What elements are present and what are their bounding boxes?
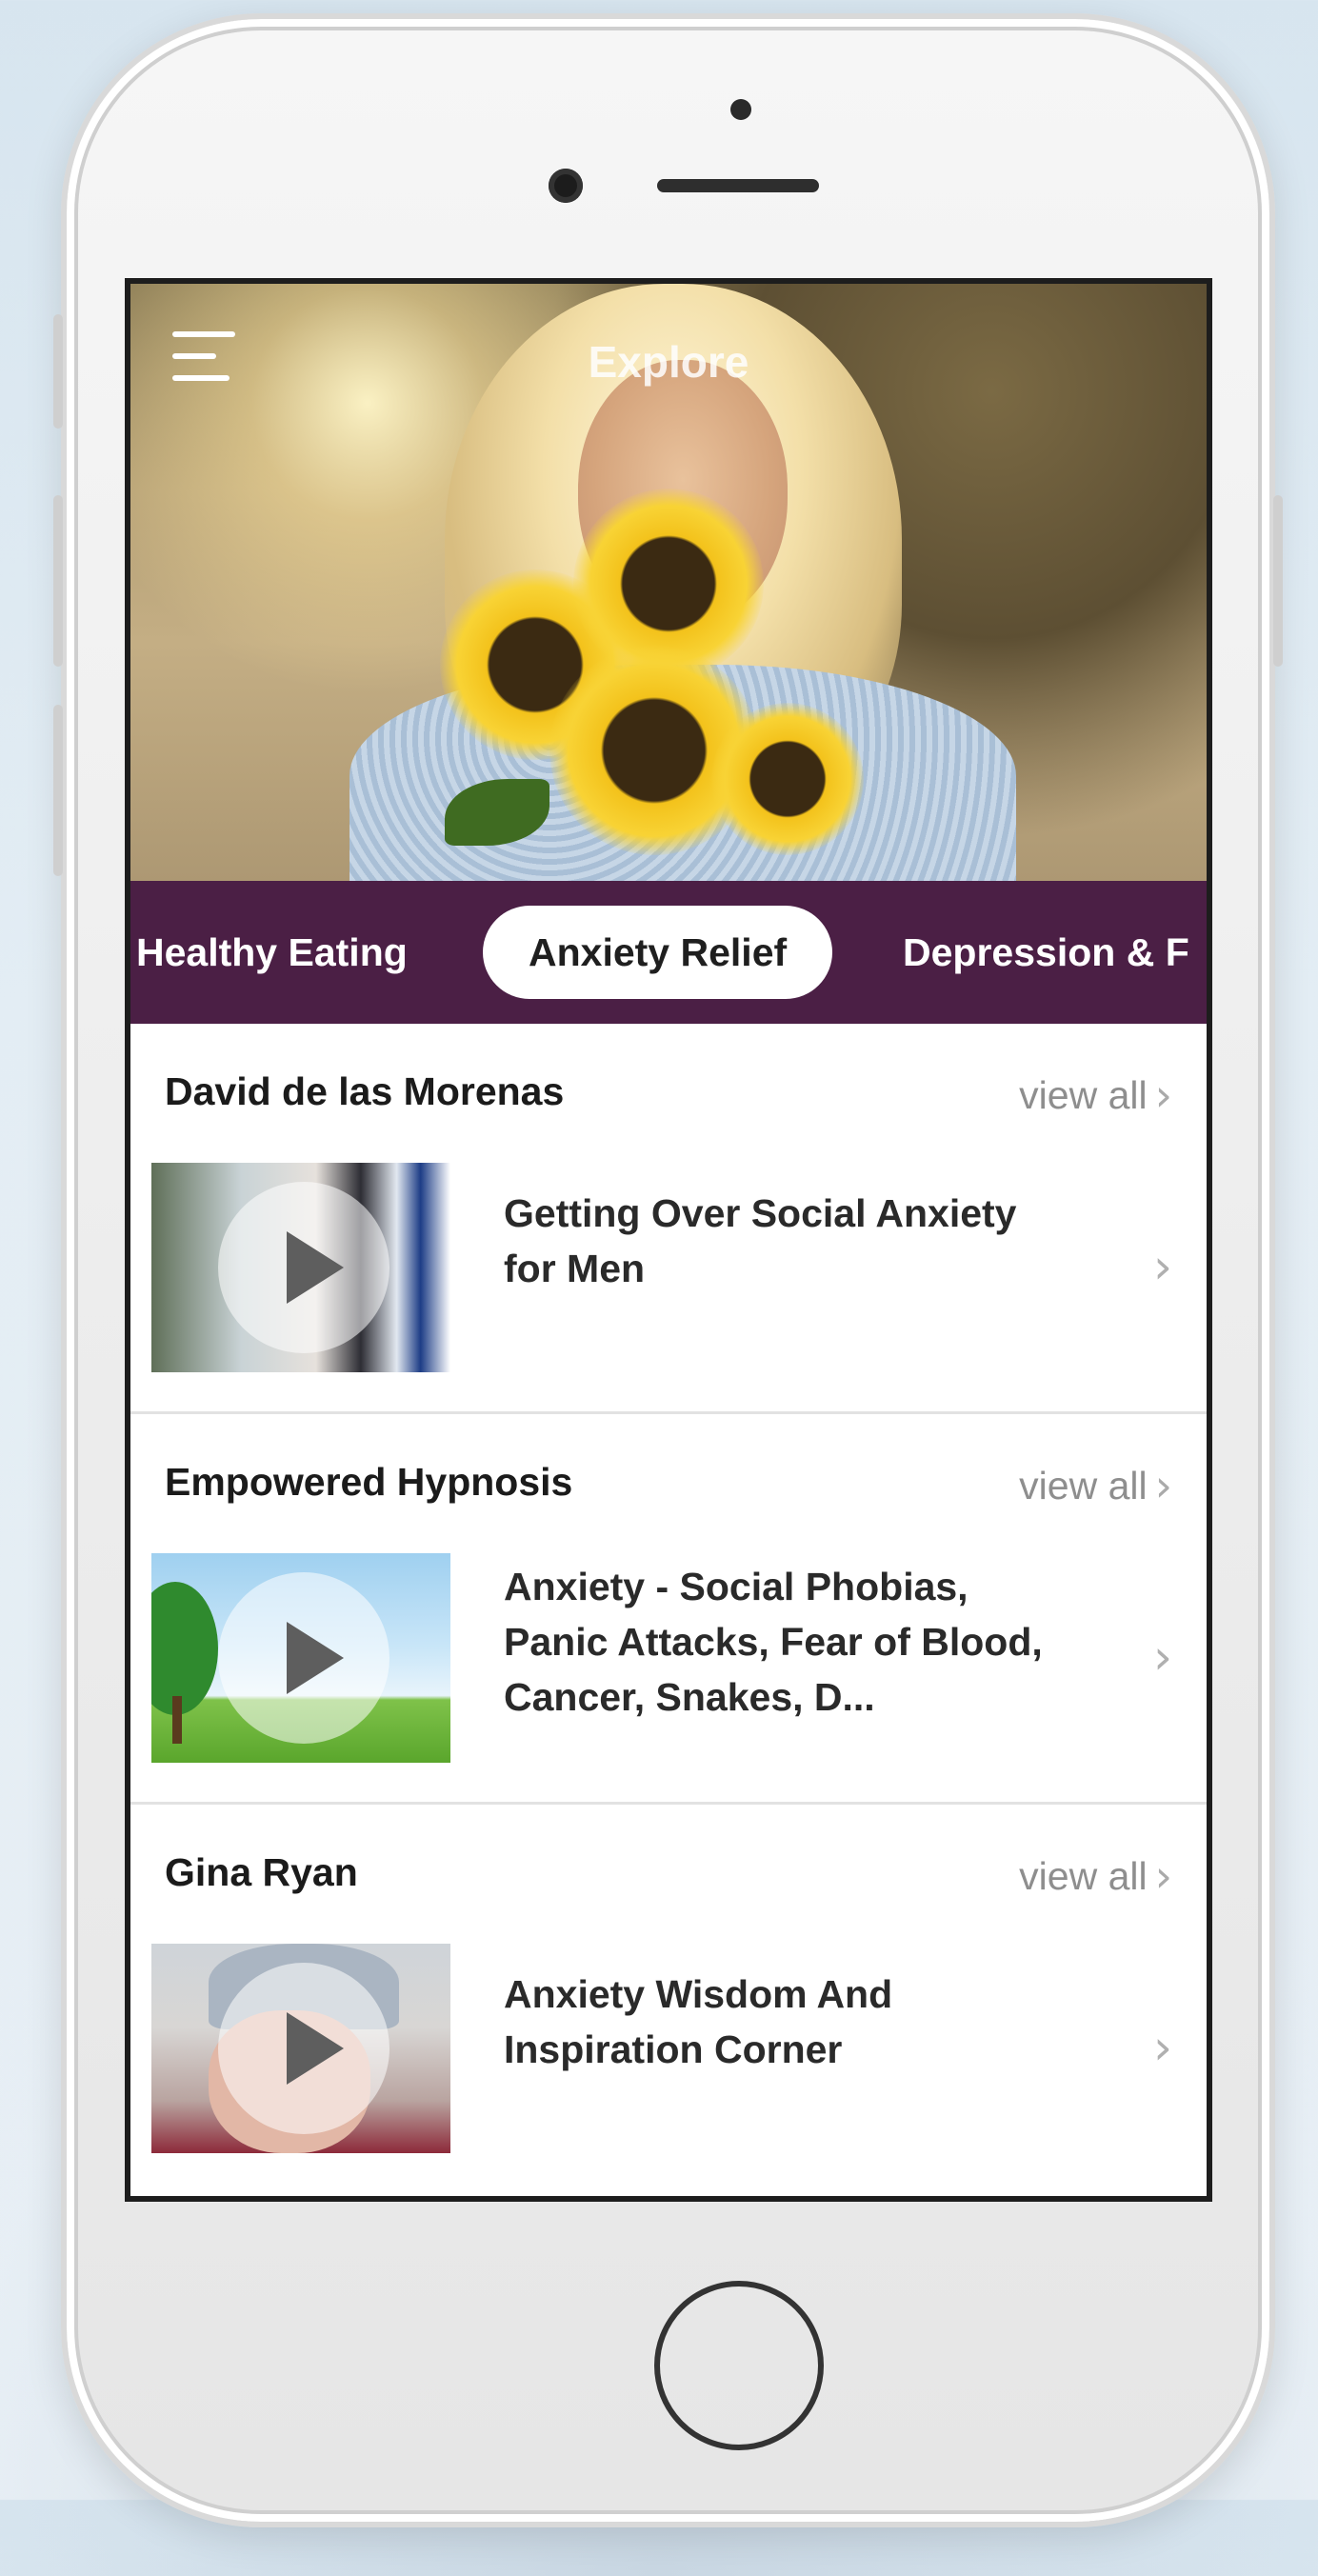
view-all-label: view all [1019,1072,1148,1117]
view-all-link[interactable]: view all › [1019,1069,1172,1121]
play-button[interactable] [218,1572,389,1744]
tree-graphic [151,1582,218,1715]
track-title[interactable]: Anxiety - Social Phobias, Panic Attacks,… [504,1559,1075,1725]
hero-image: Explore [130,284,1207,881]
tab-anxiety-relief[interactable]: Anxiety Relief [483,906,833,999]
play-icon [287,1231,344,1304]
app-screen: Explore Healthy Eating Anxiety Relief De… [125,278,1212,2202]
view-all-link[interactable]: view all › [1019,1460,1172,1511]
tree-trunk-graphic [172,1696,182,1744]
play-button[interactable] [218,1963,389,2134]
sunflower [711,703,864,855]
author-section: Gina Ryan view all › Anxiety Wisdom And … [130,1805,1207,2195]
chevron-right-icon[interactable]: › [1153,1239,1172,1294]
play-icon [287,1622,344,1694]
proximity-sensor [730,99,751,120]
tab-healthy-eating[interactable]: Healthy Eating [136,906,408,999]
track-thumbnail[interactable] [151,1163,450,1372]
page-title: Explore [588,337,749,387]
front-camera [549,169,583,203]
view-all-link[interactable]: view all › [1019,1850,1172,1902]
author-name: Gina Ryan [165,1850,358,1894]
mute-switch [53,314,63,429]
chevron-right-icon[interactable]: › [1153,2020,1172,2075]
power-button [1273,495,1283,667]
view-all-label: view all [1019,1463,1148,1508]
home-button[interactable] [654,2281,824,2450]
category-tab-bar: Healthy Eating Anxiety Relief Depression… [130,881,1207,1024]
chevron-right-icon: › [1154,1850,1172,1902]
volume-up-button [53,495,63,667]
chevron-right-icon: › [1154,1069,1172,1121]
track-thumbnail[interactable] [151,1944,450,2153]
author-name: David de las Morenas [165,1069,565,1113]
play-icon [287,2012,344,2085]
track-title[interactable]: Anxiety Wisdom And Inspiration Corner [504,1967,1075,2077]
track-title[interactable]: Getting Over Social Anxiety for Men [504,1186,1075,1296]
chevron-right-icon: › [1154,1460,1172,1511]
author-section: Empowered Hypnosis view all › Anxiety - … [130,1414,1207,1805]
track-thumbnail[interactable] [151,1553,450,1763]
view-all-label: view all [1019,1853,1148,1898]
earpiece-speaker [657,179,819,192]
tab-depression[interactable]: Depression & F [903,906,1189,999]
volume-down-button [53,705,63,876]
author-name: Empowered Hypnosis [165,1460,573,1504]
author-section: David de las Morenas view all › Getting … [130,1024,1207,1414]
play-button[interactable] [218,1182,389,1353]
chevron-right-icon[interactable]: › [1153,1629,1172,1685]
